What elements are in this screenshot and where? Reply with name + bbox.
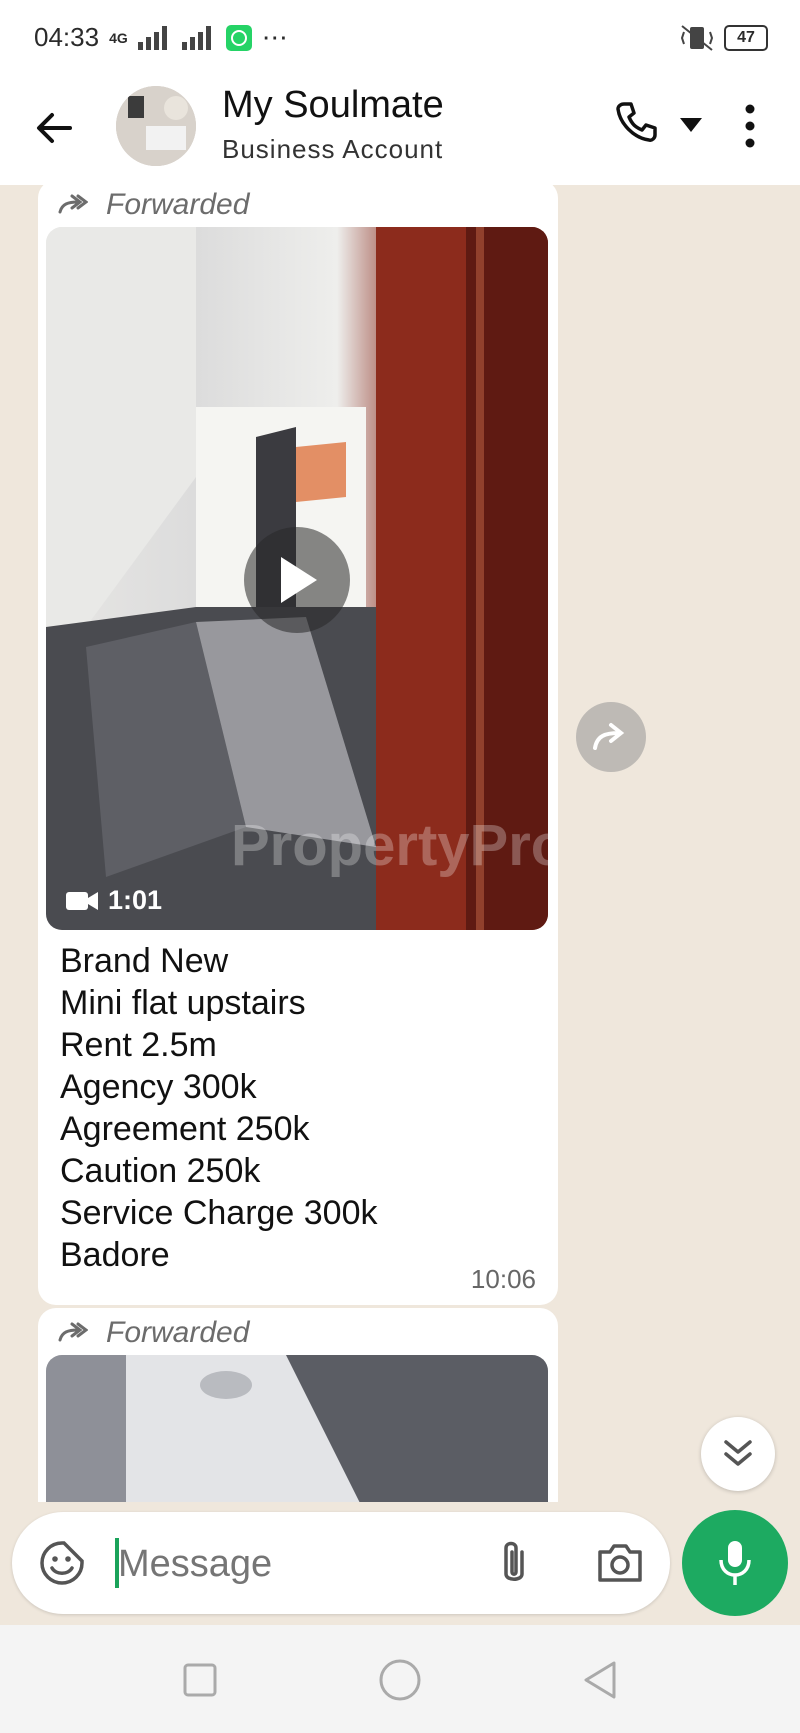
contact-subtitle: Business Account: [222, 134, 444, 164]
video-duration: 1:01: [66, 885, 162, 916]
recent-apps-icon[interactable]: [183, 1663, 217, 1697]
more-vertical-icon[interactable]: [740, 104, 760, 148]
message-time: 10:06: [470, 1264, 536, 1294]
camera-icon[interactable]: [596, 1542, 644, 1584]
battery-level: 47: [737, 29, 755, 46]
message-line: Agreement 250k: [60, 1110, 310, 1148]
mic-icon: [719, 1541, 751, 1585]
status-left: 04:33 4G ⋯: [34, 22, 288, 53]
message-line: Badore: [60, 1236, 170, 1274]
forwarded-text: Forwarded: [106, 1316, 250, 1349]
status-right: 47: [680, 24, 768, 52]
status-bar: 04:33 4G ⋯ 47: [0, 0, 800, 78]
signal-icon: [137, 25, 167, 50]
forward-arrow-icon: [58, 1322, 88, 1342]
home-icon[interactable]: [379, 1659, 421, 1701]
chat-header: My Soulmate Business Account: [0, 78, 800, 185]
avatar-image: [116, 86, 196, 166]
attach-icon[interactable]: [494, 1538, 534, 1588]
chat-area[interactable]: Forwarded PropertyPro 1:01 Brand New Min…: [0, 185, 800, 1502]
share-forward-icon: [593, 723, 625, 750]
back-arrow-icon[interactable]: [30, 103, 80, 153]
message-line: Mini flat upstairs: [60, 984, 306, 1022]
play-icon: [281, 557, 317, 603]
forwarded-label: Forwarded: [58, 1316, 249, 1350]
video-frame: [46, 1355, 548, 1502]
more-dots-icon: ⋯: [261, 22, 288, 52]
message-line: Service Charge 300k: [60, 1194, 378, 1232]
message-line: Caution 250k: [60, 1152, 261, 1190]
status-time: 04:33: [34, 22, 100, 52]
double-chevron-down-icon: [724, 1440, 752, 1466]
contact-name[interactable]: My Soulmate: [222, 84, 444, 127]
avatar[interactable]: [116, 86, 196, 166]
message-text: Brand New Mini flat upstairs Rent 2.5m A…: [60, 940, 378, 1276]
message-line: Brand New: [60, 942, 229, 980]
video-duration-text: 1:01: [108, 885, 163, 915]
whatsapp-icon: [225, 24, 252, 51]
video-watermark: PropertyPro: [231, 813, 548, 878]
forwarded-label: Forwarded: [58, 188, 249, 222]
battery-icon: 47: [724, 25, 768, 51]
voice-record-button[interactable]: [682, 1510, 788, 1616]
message-line: Agency 300k: [60, 1068, 257, 1106]
message-line: Rent 2.5m: [60, 1026, 217, 1064]
play-button[interactable]: [244, 527, 350, 633]
video-thumbnail[interactable]: PropertyPro 1:01: [46, 227, 548, 930]
forward-arrow-icon: [58, 194, 88, 214]
forwarded-text: Forwarded: [106, 188, 250, 221]
video-thumbnail[interactable]: [46, 1355, 548, 1502]
vibrate-icon: [680, 25, 714, 51]
forward-share-button[interactable]: [576, 702, 646, 772]
signal-icon: [181, 25, 211, 50]
video-camera-icon: [66, 891, 98, 910]
dropdown-caret-icon[interactable]: [680, 118, 702, 132]
scroll-to-bottom-button[interactable]: [701, 1417, 775, 1491]
phone-icon[interactable]: [612, 98, 660, 146]
message-bubble[interactable]: Forwarded: [38, 1308, 558, 1502]
message-composer[interactable]: [12, 1512, 670, 1614]
back-nav-icon[interactable]: [582, 1660, 618, 1700]
message-input[interactable]: [116, 1534, 480, 1594]
system-nav-bar: [0, 1625, 800, 1733]
message-bubble[interactable]: Forwarded PropertyPro 1:01 Brand New Min…: [38, 185, 558, 1305]
emoji-sticker-icon[interactable]: [38, 1539, 86, 1587]
network-label: 4G: [109, 29, 128, 46]
